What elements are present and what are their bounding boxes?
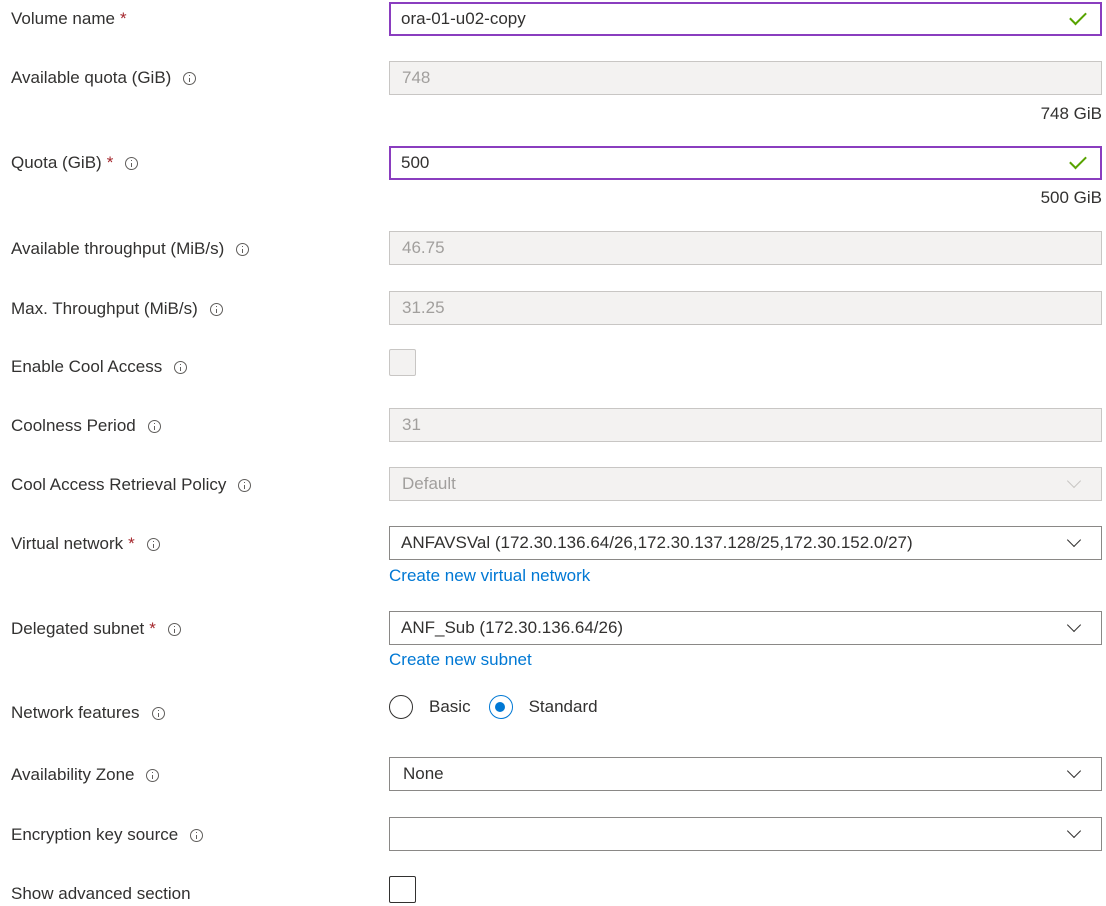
radio-basic-label[interactable]: Basic <box>429 697 471 717</box>
delegated-subnet-label: Delegated subnet * <box>11 617 181 641</box>
available-quota-value: 748 <box>402 68 431 87</box>
cool-access-retrieval-policy-label: Cool Access Retrieval Policy <box>11 473 252 497</box>
availability-zone-label: Availability Zone <box>11 763 160 787</box>
chevron-down-icon[interactable] <box>1066 617 1082 633</box>
radio-standard-label[interactable]: Standard <box>529 697 598 717</box>
chevron-down-icon[interactable] <box>1066 532 1082 548</box>
volume-name-input[interactable] <box>389 2 1102 36</box>
available-throughput-value: 46.75 <box>402 238 445 257</box>
info-icon[interactable] <box>147 419 161 433</box>
radio-standard[interactable] <box>488 695 513 719</box>
info-icon[interactable] <box>209 302 223 316</box>
virtual-network-dropdown[interactable]: ANFAVSVal (172.30.136.64/26,172.30.137.1… <box>389 526 1102 560</box>
info-icon[interactable] <box>146 768 160 782</box>
enable-cool-access-checkbox[interactable] <box>389 349 416 376</box>
chevron-down-icon[interactable] <box>1066 823 1082 839</box>
create-new-virtual-network-link[interactable]: Create new virtual network <box>389 566 590 586</box>
available-quota-label: Available quota (GiB) <box>11 66 197 90</box>
required-asterisk: * <box>149 619 156 638</box>
available-quota-input: 748 <box>389 61 1102 95</box>
create-new-subnet-link[interactable]: Create new subnet <box>389 650 532 670</box>
chevron-down-icon <box>1066 473 1082 489</box>
info-icon[interactable] <box>236 242 250 256</box>
available-throughput-label: Available throughput (MiB/s) <box>11 237 250 261</box>
max-throughput-value: 31.25 <box>402 298 445 317</box>
max-throughput-label: Max. Throughput (MiB/s) <box>11 297 223 321</box>
cool-access-retrieval-policy-dropdown: Default <box>389 467 1102 501</box>
volume-name-label: Volume name * <box>11 7 127 31</box>
info-icon[interactable] <box>125 156 139 170</box>
quota-hint: 500 GiB <box>1040 188 1102 207</box>
info-icon[interactable] <box>238 478 252 492</box>
availability-zone-value: None <box>403 764 444 783</box>
info-icon[interactable] <box>190 828 204 842</box>
show-advanced-section-checkbox[interactable] <box>389 876 416 903</box>
network-features-label: Network features <box>11 701 165 725</box>
delegated-subnet-dropdown[interactable]: ANF_Sub (172.30.136.64/26) <box>389 611 1102 645</box>
checkmark-icon <box>1069 7 1087 26</box>
required-asterisk: * <box>128 534 135 553</box>
enable-cool-access-label: Enable Cool Access <box>11 355 188 379</box>
available-throughput-input: 46.75 <box>389 231 1102 265</box>
volume-name-text[interactable] <box>401 9 1070 29</box>
quota-text[interactable] <box>401 153 1070 173</box>
availability-zone-dropdown[interactable]: None <box>389 757 1102 791</box>
virtual-network-value: ANFAVSVal (172.30.136.64/26,172.30.137.1… <box>401 533 913 552</box>
chevron-down-icon[interactable] <box>1066 763 1082 779</box>
info-icon[interactable] <box>146 537 160 551</box>
coolness-period-label: Coolness Period <box>11 414 161 438</box>
network-features-radio-group: Basic Standard <box>389 695 616 719</box>
required-asterisk: * <box>106 153 114 172</box>
info-icon[interactable] <box>174 360 188 374</box>
encryption-key-source-dropdown[interactable] <box>389 817 1102 851</box>
virtual-network-label: Virtual network * <box>11 532 160 556</box>
quota-label: Quota (GiB) * <box>11 151 139 175</box>
coolness-period-value: 31 <box>402 415 421 434</box>
info-icon[interactable] <box>151 706 165 720</box>
max-throughput-input: 31.25 <box>389 291 1102 325</box>
available-quota-hint: 748 GiB <box>1040 104 1102 123</box>
delegated-subnet-value: ANF_Sub (172.30.136.64/26) <box>401 618 624 637</box>
radio-basic[interactable] <box>389 695 413 719</box>
encryption-key-source-label: Encryption key source <box>11 823 204 847</box>
info-icon[interactable] <box>167 622 181 636</box>
show-advanced-section-label: Show advanced section <box>11 884 191 903</box>
info-icon[interactable] <box>183 71 197 85</box>
checkmark-icon <box>1069 151 1087 170</box>
coolness-period-input: 31 <box>389 408 1102 442</box>
cool-access-retrieval-policy-value: Default <box>402 474 456 493</box>
required-asterisk: * <box>119 9 127 28</box>
quota-input[interactable] <box>389 146 1102 180</box>
